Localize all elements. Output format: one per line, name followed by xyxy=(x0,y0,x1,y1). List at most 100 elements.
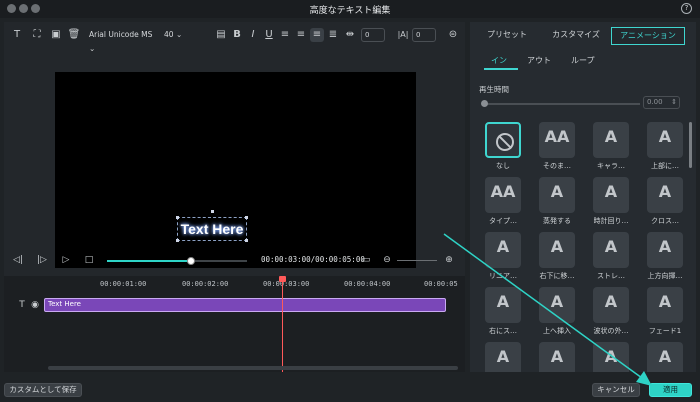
text-overlay-box[interactable]: Text Here xyxy=(176,210,248,242)
settings-icon[interactable]: ⊜ xyxy=(446,28,460,42)
animation-tile[interactable]: A xyxy=(647,122,683,158)
animation-label: 右下に移… xyxy=(539,272,575,280)
animation-tile[interactable]: A xyxy=(539,232,575,268)
cancel-button[interactable]: キャンセル xyxy=(592,383,640,397)
text-clip[interactable]: Text Here xyxy=(44,298,446,312)
animation-label: リニア… xyxy=(489,272,517,280)
animation-tile[interactable]: A xyxy=(647,342,683,372)
animation-tile[interactable]: A xyxy=(593,177,629,213)
scrubber-knob[interactable] xyxy=(187,257,195,265)
text-tool-icon[interactable]: T xyxy=(10,28,24,42)
animation-tile[interactable] xyxy=(485,122,521,158)
animation-tile[interactable]: A xyxy=(539,342,575,372)
animation-label: タイプ… xyxy=(489,217,517,225)
rotate-handle[interactable] xyxy=(211,210,214,213)
fullscreen-icon[interactable]: ▭ xyxy=(360,254,372,266)
underline-icon[interactable]: U xyxy=(262,28,276,42)
visibility-eye-icon[interactable]: ◉ xyxy=(29,299,41,311)
animation-tile[interactable]: A xyxy=(539,177,575,213)
animation-tile[interactable]: A xyxy=(593,287,629,323)
playback-controls: ◁| |▷ ▷ □ 00:00:03:00/00:00:05:00 ▭ ⊖ ⊕ xyxy=(4,251,465,271)
align-justify-icon[interactable]: ≣ xyxy=(326,28,340,42)
animation-tile[interactable]: A xyxy=(593,232,629,268)
playhead[interactable] xyxy=(282,280,283,372)
next-frame-icon[interactable]: |▷ xyxy=(36,254,48,266)
timeline-scrollbar[interactable] xyxy=(48,366,458,370)
grid-scrollbar[interactable] xyxy=(689,122,692,168)
chevron-down-icon: ⌄ xyxy=(175,30,183,39)
text-color-icon[interactable]: ▤ xyxy=(214,28,228,42)
tab-preset[interactable]: プリセット xyxy=(476,27,538,45)
letter-spacing-field[interactable]: 0 xyxy=(361,28,385,42)
animation-tile[interactable]: AA xyxy=(539,122,575,158)
resize-handle[interactable] xyxy=(176,216,179,219)
animation-label: 上部に… xyxy=(651,162,679,170)
animation-tile[interactable]: A xyxy=(485,342,521,372)
delete-icon[interactable]: 🗑 xyxy=(67,28,81,42)
align-left-icon[interactable]: ≡ xyxy=(278,28,292,42)
subtab-indicator xyxy=(484,68,518,70)
tick-label: 00:00:01:00 xyxy=(100,280,147,288)
animation-tile[interactable]: AA xyxy=(485,177,521,213)
duration-field[interactable]: 0.00 ⇕ xyxy=(643,96,680,109)
animation-preview-icon: A xyxy=(550,237,564,256)
resize-handle[interactable] xyxy=(245,239,248,242)
animation-tile[interactable]: A xyxy=(593,342,629,372)
shape-tool-icon[interactable]: ⛶ xyxy=(30,28,44,42)
title-bar: 高度なテキスト編集 ? xyxy=(0,0,700,18)
animation-label: 上方向揮… xyxy=(647,272,683,280)
zoom-out-icon[interactable]: ⊖ xyxy=(381,254,393,266)
font-size-select[interactable]: 40 ⌄ xyxy=(164,28,190,42)
text-toolbar: T ⛶ ▣ 🗑 Arial Unicode MS ⌄ 40 ⌄ ▤ B I U … xyxy=(4,22,465,53)
animation-preview-icon: A xyxy=(604,292,618,311)
animation-tile[interactable]: A xyxy=(539,287,575,323)
save-as-custom-button[interactable]: カスタムとして保存 xyxy=(4,383,82,397)
animation-tile[interactable]: A xyxy=(647,287,683,323)
animation-label: 波状の外… xyxy=(593,327,629,335)
window-title: 高度なテキスト編集 xyxy=(309,6,391,16)
zoom-slider[interactable] xyxy=(397,260,437,261)
animation-preview-icon: A xyxy=(658,292,672,311)
help-icon[interactable]: ? xyxy=(681,3,692,14)
tab-customize[interactable]: カスタマイズ xyxy=(542,27,610,45)
animation-label: なし xyxy=(496,162,510,170)
timeline-ruler[interactable]: 00:00:01:00 00:00:02:00 00:00:03:00 00:0… xyxy=(44,276,459,298)
animation-tile[interactable]: A xyxy=(647,232,683,268)
animation-preview-icon: A xyxy=(496,237,510,256)
font-family-select[interactable]: Arial Unicode MS ⌄ xyxy=(89,28,159,53)
tab-animation[interactable]: アニメーション xyxy=(611,27,685,45)
tick-label: 00:00:04:00 xyxy=(344,280,391,288)
align-center-icon[interactable]: ≡ xyxy=(310,28,324,42)
image-tool-icon[interactable]: ▣ xyxy=(49,28,63,42)
chevron-down-icon: ⌄ xyxy=(89,44,96,53)
subtab-loop[interactable]: ループ xyxy=(571,55,595,66)
animation-tile[interactable]: A xyxy=(593,122,629,158)
animation-tile[interactable]: A xyxy=(485,232,521,268)
italic-icon[interactable]: I xyxy=(246,28,260,42)
font-family-value: Arial Unicode MS xyxy=(89,30,153,39)
duration-slider[interactable] xyxy=(481,100,640,107)
subtab-out[interactable]: アウト xyxy=(527,55,551,66)
stop-icon[interactable]: □ xyxy=(83,254,95,266)
bold-icon[interactable]: B xyxy=(230,28,244,42)
animation-label: 右にス… xyxy=(489,327,517,335)
align-right-icon[interactable]: ≡ xyxy=(294,28,308,42)
animation-preview-icon: A xyxy=(658,237,672,256)
animation-tile[interactable]: A xyxy=(485,287,521,323)
resize-handle[interactable] xyxy=(245,216,248,219)
line-spacing-icon: |A| xyxy=(397,30,409,39)
animation-preview-icon: A xyxy=(604,347,618,366)
subtab-in[interactable]: イン xyxy=(491,55,507,66)
scrubber[interactable] xyxy=(107,257,247,265)
apply-button[interactable]: 適用 xyxy=(649,383,692,397)
resize-handle[interactable] xyxy=(176,239,179,242)
zoom-in-icon[interactable]: ⊕ xyxy=(443,254,455,266)
animation-tile[interactable]: A xyxy=(647,177,683,213)
animation-preview-icon: A xyxy=(496,347,510,366)
animation-grid: なし AA そのま… A キャラ… A 上部に… AA タイプ… A 蒸発する A 時計回り… A クロス…… xyxy=(476,122,686,372)
slider-knob[interactable] xyxy=(481,100,488,107)
line-spacing-field[interactable]: 0 xyxy=(412,28,436,42)
play-icon[interactable]: ▷ xyxy=(60,254,72,266)
prev-frame-icon[interactable]: ◁| xyxy=(12,254,24,266)
tick-label: 00:00:03:00 xyxy=(263,280,310,288)
